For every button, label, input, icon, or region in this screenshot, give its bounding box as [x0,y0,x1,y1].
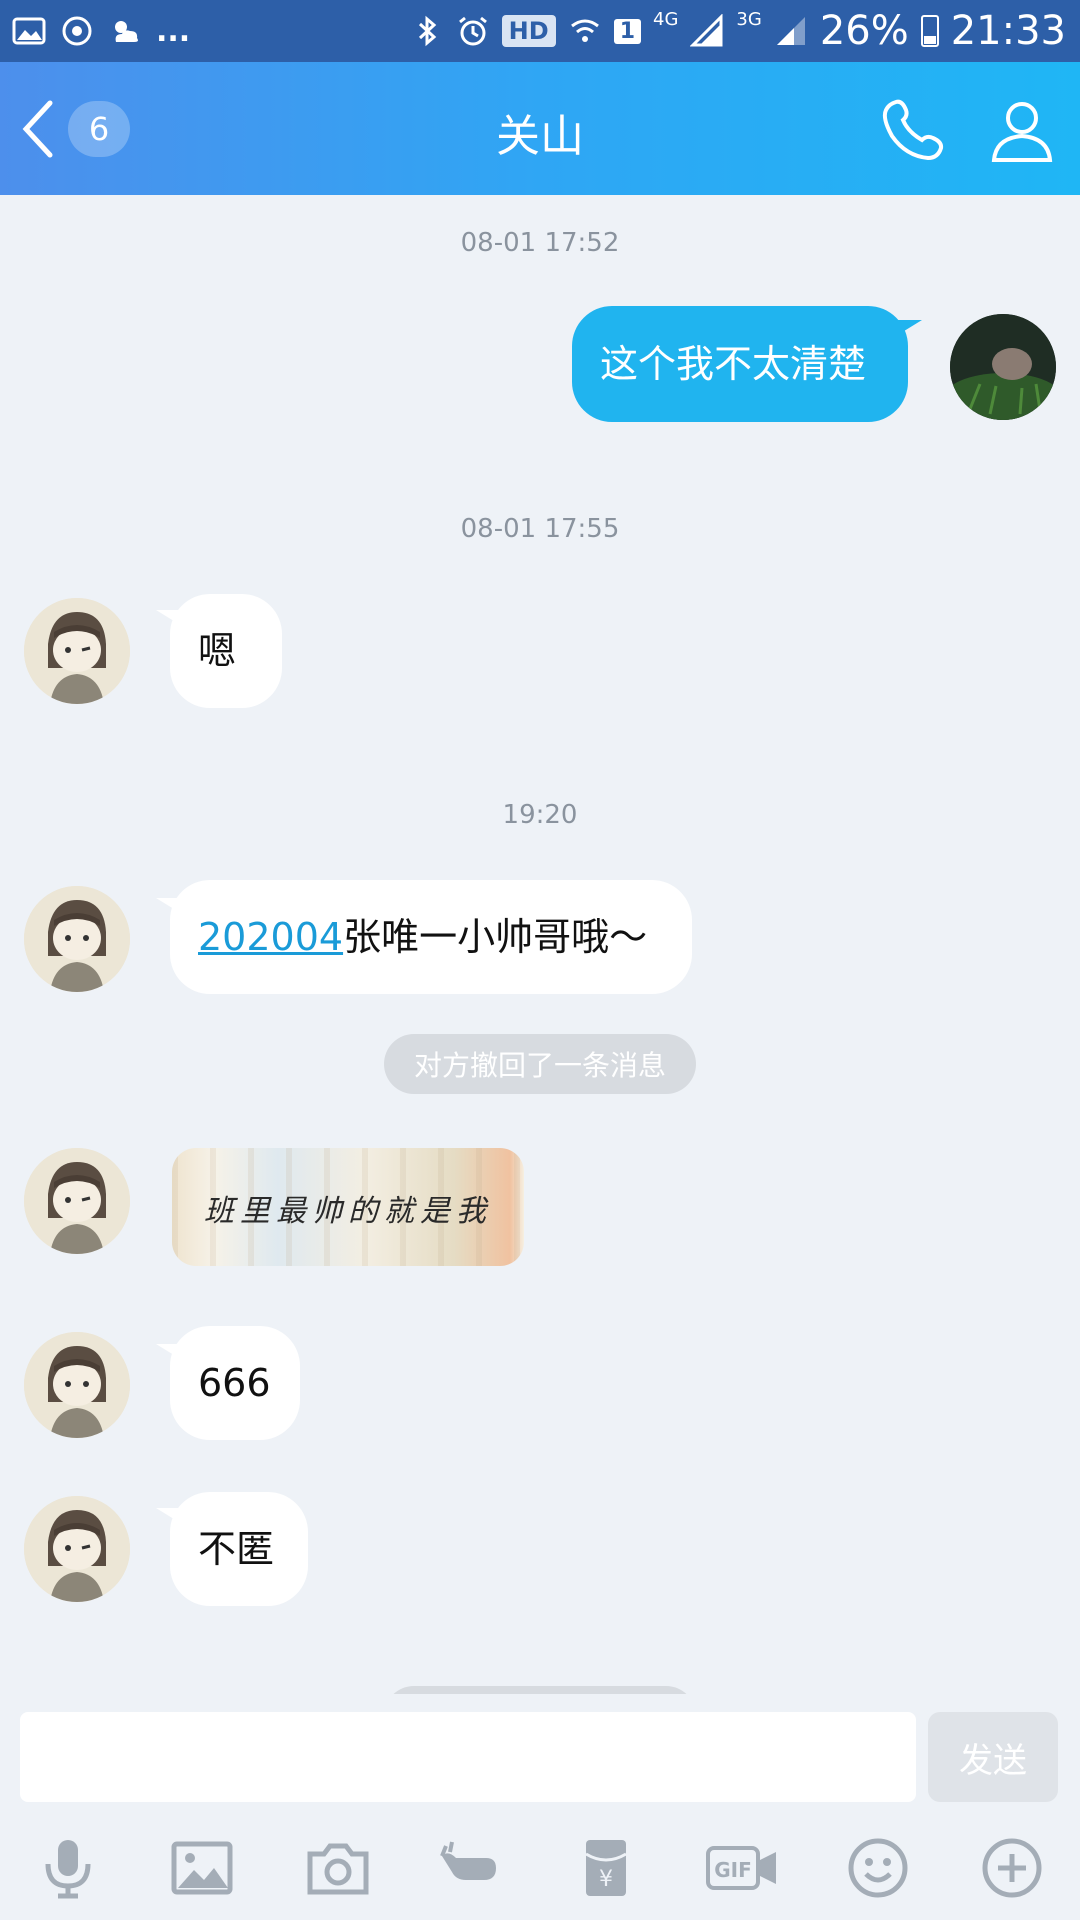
recall-notice: 对方撤回了一条消息 [384,1034,696,1094]
phone-icon[interactable] [880,96,948,164]
profile-icon[interactable] [988,96,1056,164]
clock: 21:33 [950,8,1066,54]
svg-text:¥: ¥ [599,1867,613,1892]
avatar-image [24,886,130,992]
timestamp: 08-01 17:55 [460,514,620,544]
sim-badge: 1 [613,18,641,44]
weather-icon [115,21,138,42]
battery-icon [920,15,939,47]
avatar-friend[interactable] [24,1332,130,1438]
wifi-icon [570,19,599,42]
message-text: 666 [198,1361,271,1405]
bluetooth-icon [418,15,436,47]
svg-text:GIF: GIF [714,1858,752,1882]
gif-icon[interactable]: GIF [706,1836,778,1900]
camera-icon[interactable] [306,1836,370,1900]
recall-notice-text: 对方撤回了一条消息 [413,1049,666,1082]
emoji-icon[interactable] [846,1836,910,1900]
message-text: 张唯一小帅哥哦～ [343,915,648,959]
avatar-image [24,1332,130,1438]
signal-icon [776,17,805,45]
hd-badge: HD [501,15,556,47]
avatar-image [950,314,1056,420]
image-icon[interactable] [170,1836,234,1900]
timestamp: 08-01 17:52 [460,228,620,258]
chat-header: 6 关山 [0,62,1080,195]
avatar-friend[interactable] [24,1148,130,1254]
poke-icon[interactable] [438,1836,502,1900]
avatar-self[interactable] [950,314,1056,420]
avatar-image [24,1496,130,1602]
message-text: 不匿 [198,1527,275,1571]
message-text: 嗯 [198,629,237,673]
message-text: 这个我不太清楚 [600,342,867,386]
sync-icon [62,16,92,46]
timestamp: 19:20 [502,800,578,830]
network-4g-label: 4G [653,8,679,30]
avatar-image [24,598,130,704]
avatar-friend[interactable] [24,598,130,704]
signal-icon [690,14,723,47]
message-bubble-incoming[interactable]: 嗯 [170,594,282,708]
red-packet-icon[interactable]: ¥ [574,1836,638,1900]
message-input[interactable] [20,1712,916,1802]
avatar-image [24,1148,130,1254]
avatar-friend[interactable] [24,1496,130,1602]
send-button-label: 发送 [959,1740,1027,1781]
message-link[interactable]: 202004 [198,918,343,956]
message-bubble-incoming[interactable]: 666 [170,1326,300,1440]
mic-icon[interactable] [36,1836,100,1900]
send-button[interactable]: 发送 [928,1712,1058,1802]
network-3g-label: 3G [736,8,762,30]
message-bubble-incoming[interactable]: 不匿 [170,1492,308,1606]
status-more: ... [156,13,191,49]
sticker-caption: 班里最帅的就是我 [204,1194,492,1229]
alarm-icon [458,16,487,46]
message-bubble-outgoing[interactable]: 这个我不太清楚 [572,306,908,422]
bubble-tail [896,320,922,336]
status-bar: ... HD 1 4G 3G 26% 21:33 [0,0,1080,62]
sticker-image[interactable]: 班里最帅的就是我 [172,1148,524,1266]
avatar-friend[interactable] [24,886,130,992]
plus-icon[interactable] [980,1836,1044,1900]
battery-percent: 26% [819,8,909,54]
gallery-icon [12,17,46,45]
message-bubble-incoming[interactable]: 202004 张唯一小帅哥哦～ [170,880,692,994]
